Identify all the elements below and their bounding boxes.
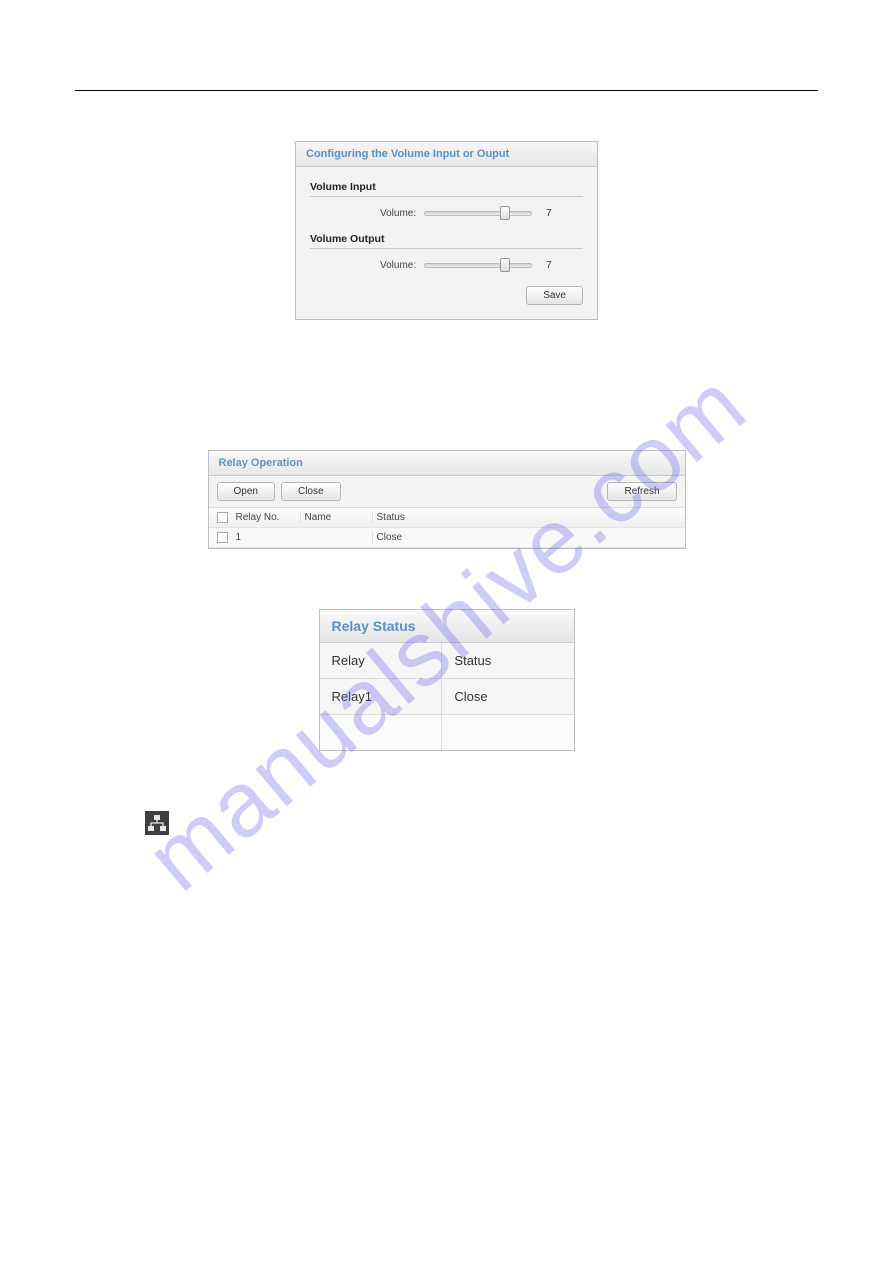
- relay-operation-panel: Relay Operation Open Close Refresh Relay…: [208, 450, 686, 549]
- relay-operation-toolbar: Open Close Refresh: [209, 476, 685, 508]
- refresh-button[interactable]: Refresh: [607, 482, 676, 501]
- volume-input-section: Volume Input: [310, 181, 583, 197]
- volume-output-row: Volume: 7: [380, 259, 583, 271]
- top-rule: [75, 90, 818, 91]
- col-name: Name: [300, 512, 368, 523]
- volume-input-slider[interactable]: [424, 207, 532, 219]
- empty-row: [320, 715, 574, 750]
- close-button[interactable]: Close: [281, 482, 341, 501]
- col-relay: Relay: [320, 643, 442, 678]
- volume-panel-title: Configuring the Volume Input or Ouput: [296, 142, 597, 167]
- select-all-checkbox[interactable]: [217, 512, 228, 523]
- col-status: Status: [441, 643, 573, 678]
- col-status: Status: [372, 512, 677, 523]
- volume-output-value: 7: [546, 260, 552, 271]
- volume-output-label: Volume:: [380, 260, 416, 271]
- volume-output-section: Volume Output: [310, 233, 583, 249]
- open-button[interactable]: Open: [217, 482, 275, 501]
- col-relay-no: Relay No.: [236, 512, 296, 523]
- relay-operation-title: Relay Operation: [209, 451, 685, 476]
- cell-relay: Relay1: [320, 679, 442, 714]
- cell-status: Close: [372, 532, 677, 543]
- volume-input-label: Volume:: [380, 208, 416, 219]
- volume-output-slider[interactable]: [424, 259, 532, 271]
- save-button[interactable]: Save: [526, 286, 583, 305]
- relay-op-header-row: Relay No. Name Status: [209, 508, 685, 528]
- relay-status-title: Relay Status: [320, 610, 574, 643]
- network-icon: [145, 811, 169, 835]
- row-checkbox[interactable]: [217, 532, 228, 543]
- volume-panel: Configuring the Volume Input or Ouput Vo…: [295, 141, 598, 320]
- cell-status: Close: [441, 679, 573, 714]
- relay-status-panel: Relay Status Relay Status Relay1 Close: [319, 609, 575, 751]
- relay-status-header-row: Relay Status: [320, 643, 574, 679]
- cell-relay-no: 1: [236, 532, 296, 543]
- volume-input-row: Volume: 7: [380, 207, 583, 219]
- table-row: Relay1 Close: [320, 679, 574, 715]
- volume-input-value: 7: [546, 208, 552, 219]
- table-row: 1 Close: [209, 528, 685, 548]
